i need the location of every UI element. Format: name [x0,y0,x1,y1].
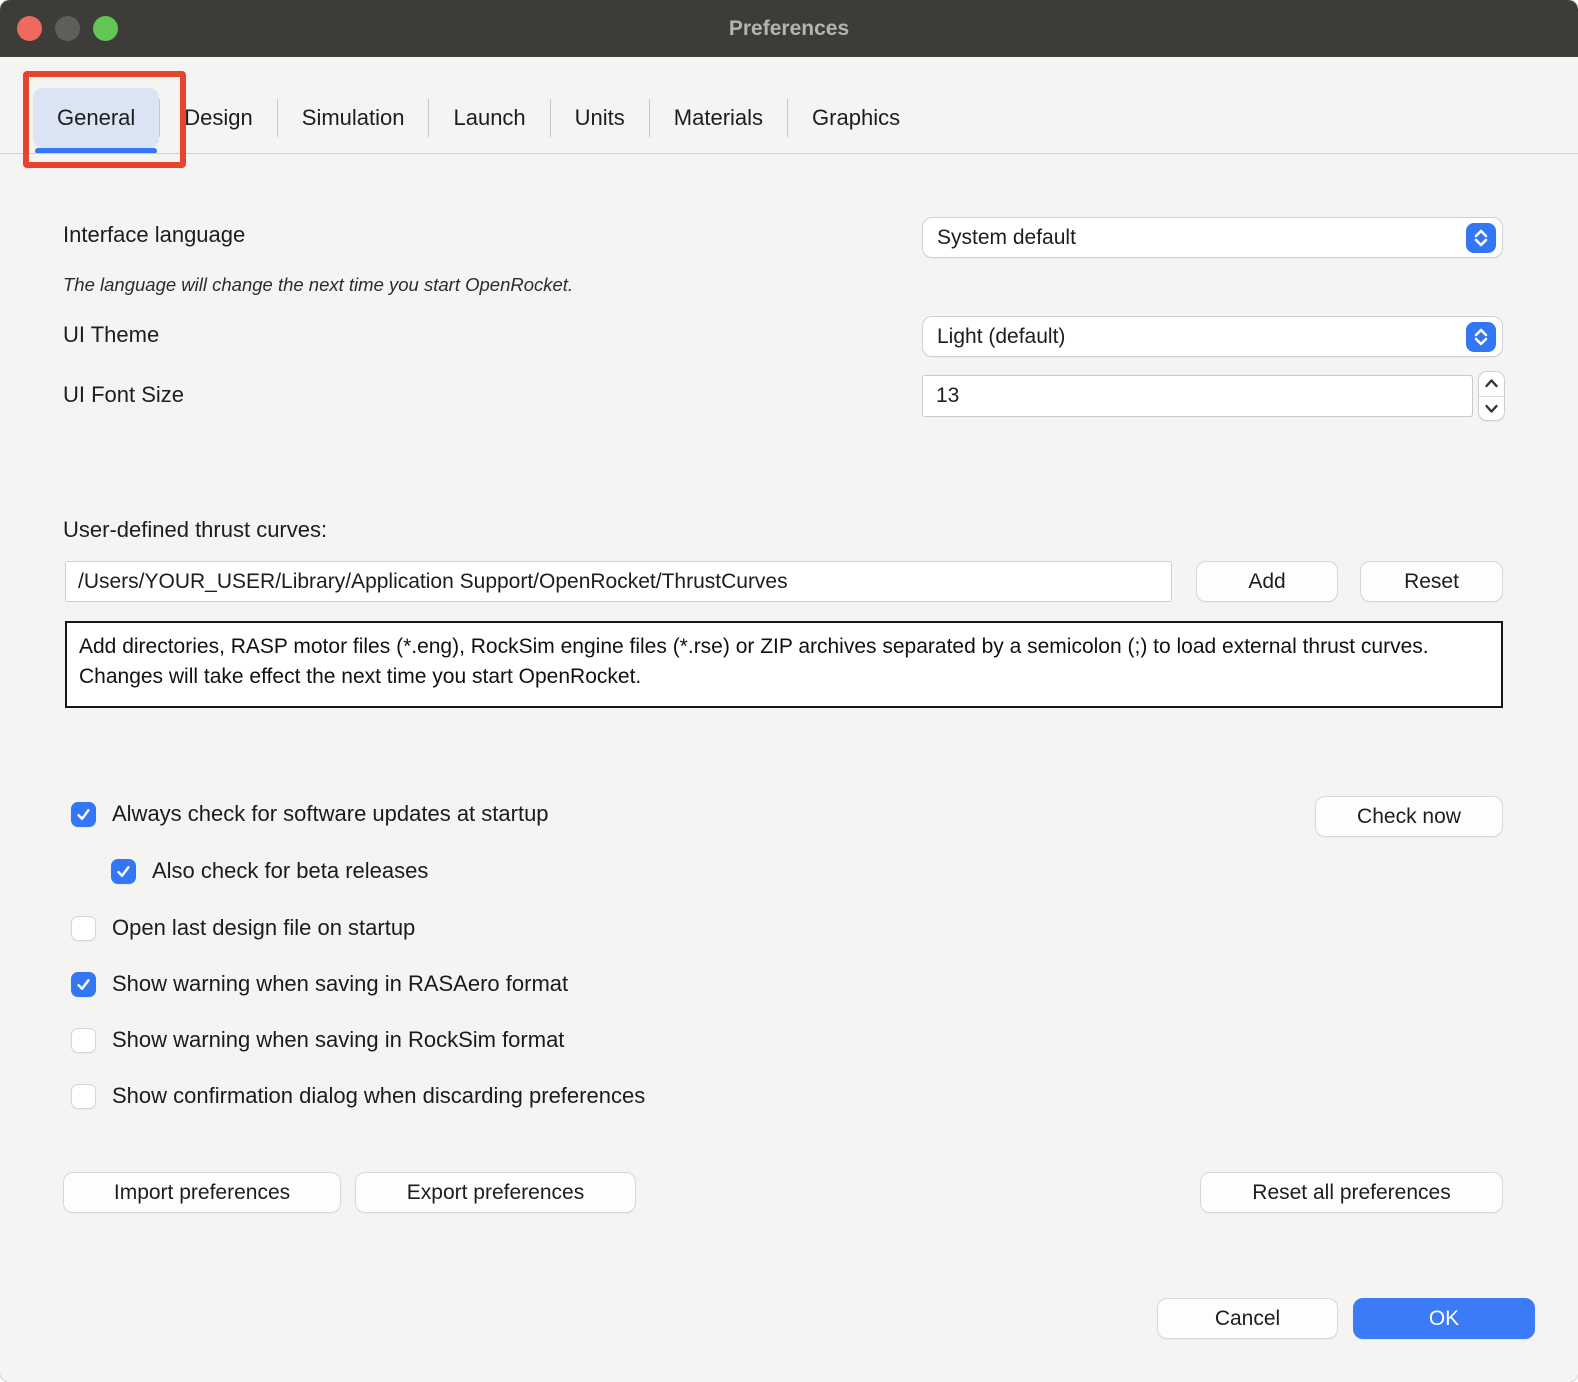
cancel-button[interactable]: Cancel [1157,1298,1338,1339]
tab-materials[interactable]: Materials [650,88,787,148]
checkbox-label: Always check for software updates at sta… [112,801,549,827]
checkbox-discard-confirmation[interactable] [71,1084,96,1109]
checkbox-label: Show warning when saving in RockSim form… [112,1027,564,1053]
interface-language-value: System default [937,226,1466,250]
dropdown-chevrons-icon [1466,322,1496,352]
interface-language-select[interactable]: System default [922,217,1503,258]
ui-font-size-label: UI Font Size [63,382,184,408]
thrust-curves-label: User-defined thrust curves: [63,517,327,543]
add-button[interactable]: Add [1196,561,1338,602]
ui-theme-select[interactable]: Light (default) [922,316,1503,357]
tab-simulation[interactable]: Simulation [278,88,429,148]
thrust-curves-info: Add directories, RASP motor files (*.eng… [65,621,1503,708]
tab-launch[interactable]: Launch [429,88,549,148]
stepper-up-icon[interactable] [1479,372,1504,397]
checkbox-rasaero-warning[interactable] [71,972,96,997]
checkbox-label: Show confirmation dialog when discarding… [112,1083,645,1109]
import-preferences-button[interactable]: Import preferences [63,1172,341,1213]
checkbox-label: Also check for beta releases [152,858,428,884]
annotation-highlight-box [23,71,186,168]
checkbox-software-updates[interactable] [71,802,96,827]
checkbox-label: Open last design file on startup [112,915,415,941]
checkbox-rocksim-warning[interactable] [71,1028,96,1053]
checkbox-row-discard-confirmation: Show confirmation dialog when discarding… [71,1083,645,1109]
tab-graphics[interactable]: Graphics [788,88,924,148]
ui-theme-label: UI Theme [63,322,159,348]
checkbox-row-rocksim-warning: Show warning when saving in RockSim form… [71,1027,564,1053]
language-note: The language will change the next time y… [63,274,573,296]
tabbar-divider [0,153,1578,154]
thrust-curves-path-input[interactable] [65,561,1172,602]
checkbox-row-software-updates: Always check for software updates at sta… [71,801,549,827]
checkbox-row-beta-releases: Also check for beta releases [111,858,428,884]
stepper-down-icon[interactable] [1479,397,1504,421]
ui-theme-value: Light (default) [937,325,1466,349]
window-title: Preferences [0,0,1578,57]
export-preferences-button[interactable]: Export preferences [355,1172,636,1213]
dropdown-chevrons-icon [1466,223,1496,253]
reset-button[interactable]: Reset [1360,561,1503,602]
checkbox-beta-releases[interactable] [111,859,136,884]
checkbox-row-open-last-design: Open last design file on startup [71,915,415,941]
reset-all-preferences-button[interactable]: Reset all preferences [1200,1172,1503,1213]
font-size-stepper[interactable] [1478,371,1505,421]
ui-font-size-input[interactable] [922,375,1473,417]
interface-language-label: Interface language [63,222,245,248]
ok-button[interactable]: OK [1353,1298,1535,1339]
tab-units[interactable]: Units [551,88,649,148]
preferences-window: Preferences General Design Simulation La… [0,0,1578,1382]
check-now-button[interactable]: Check now [1315,796,1503,837]
checkbox-open-last-design[interactable] [71,916,96,941]
titlebar: Preferences [0,0,1578,57]
checkbox-label: Show warning when saving in RASAero form… [112,971,568,997]
checkbox-row-rasaero-warning: Show warning when saving in RASAero form… [71,971,568,997]
